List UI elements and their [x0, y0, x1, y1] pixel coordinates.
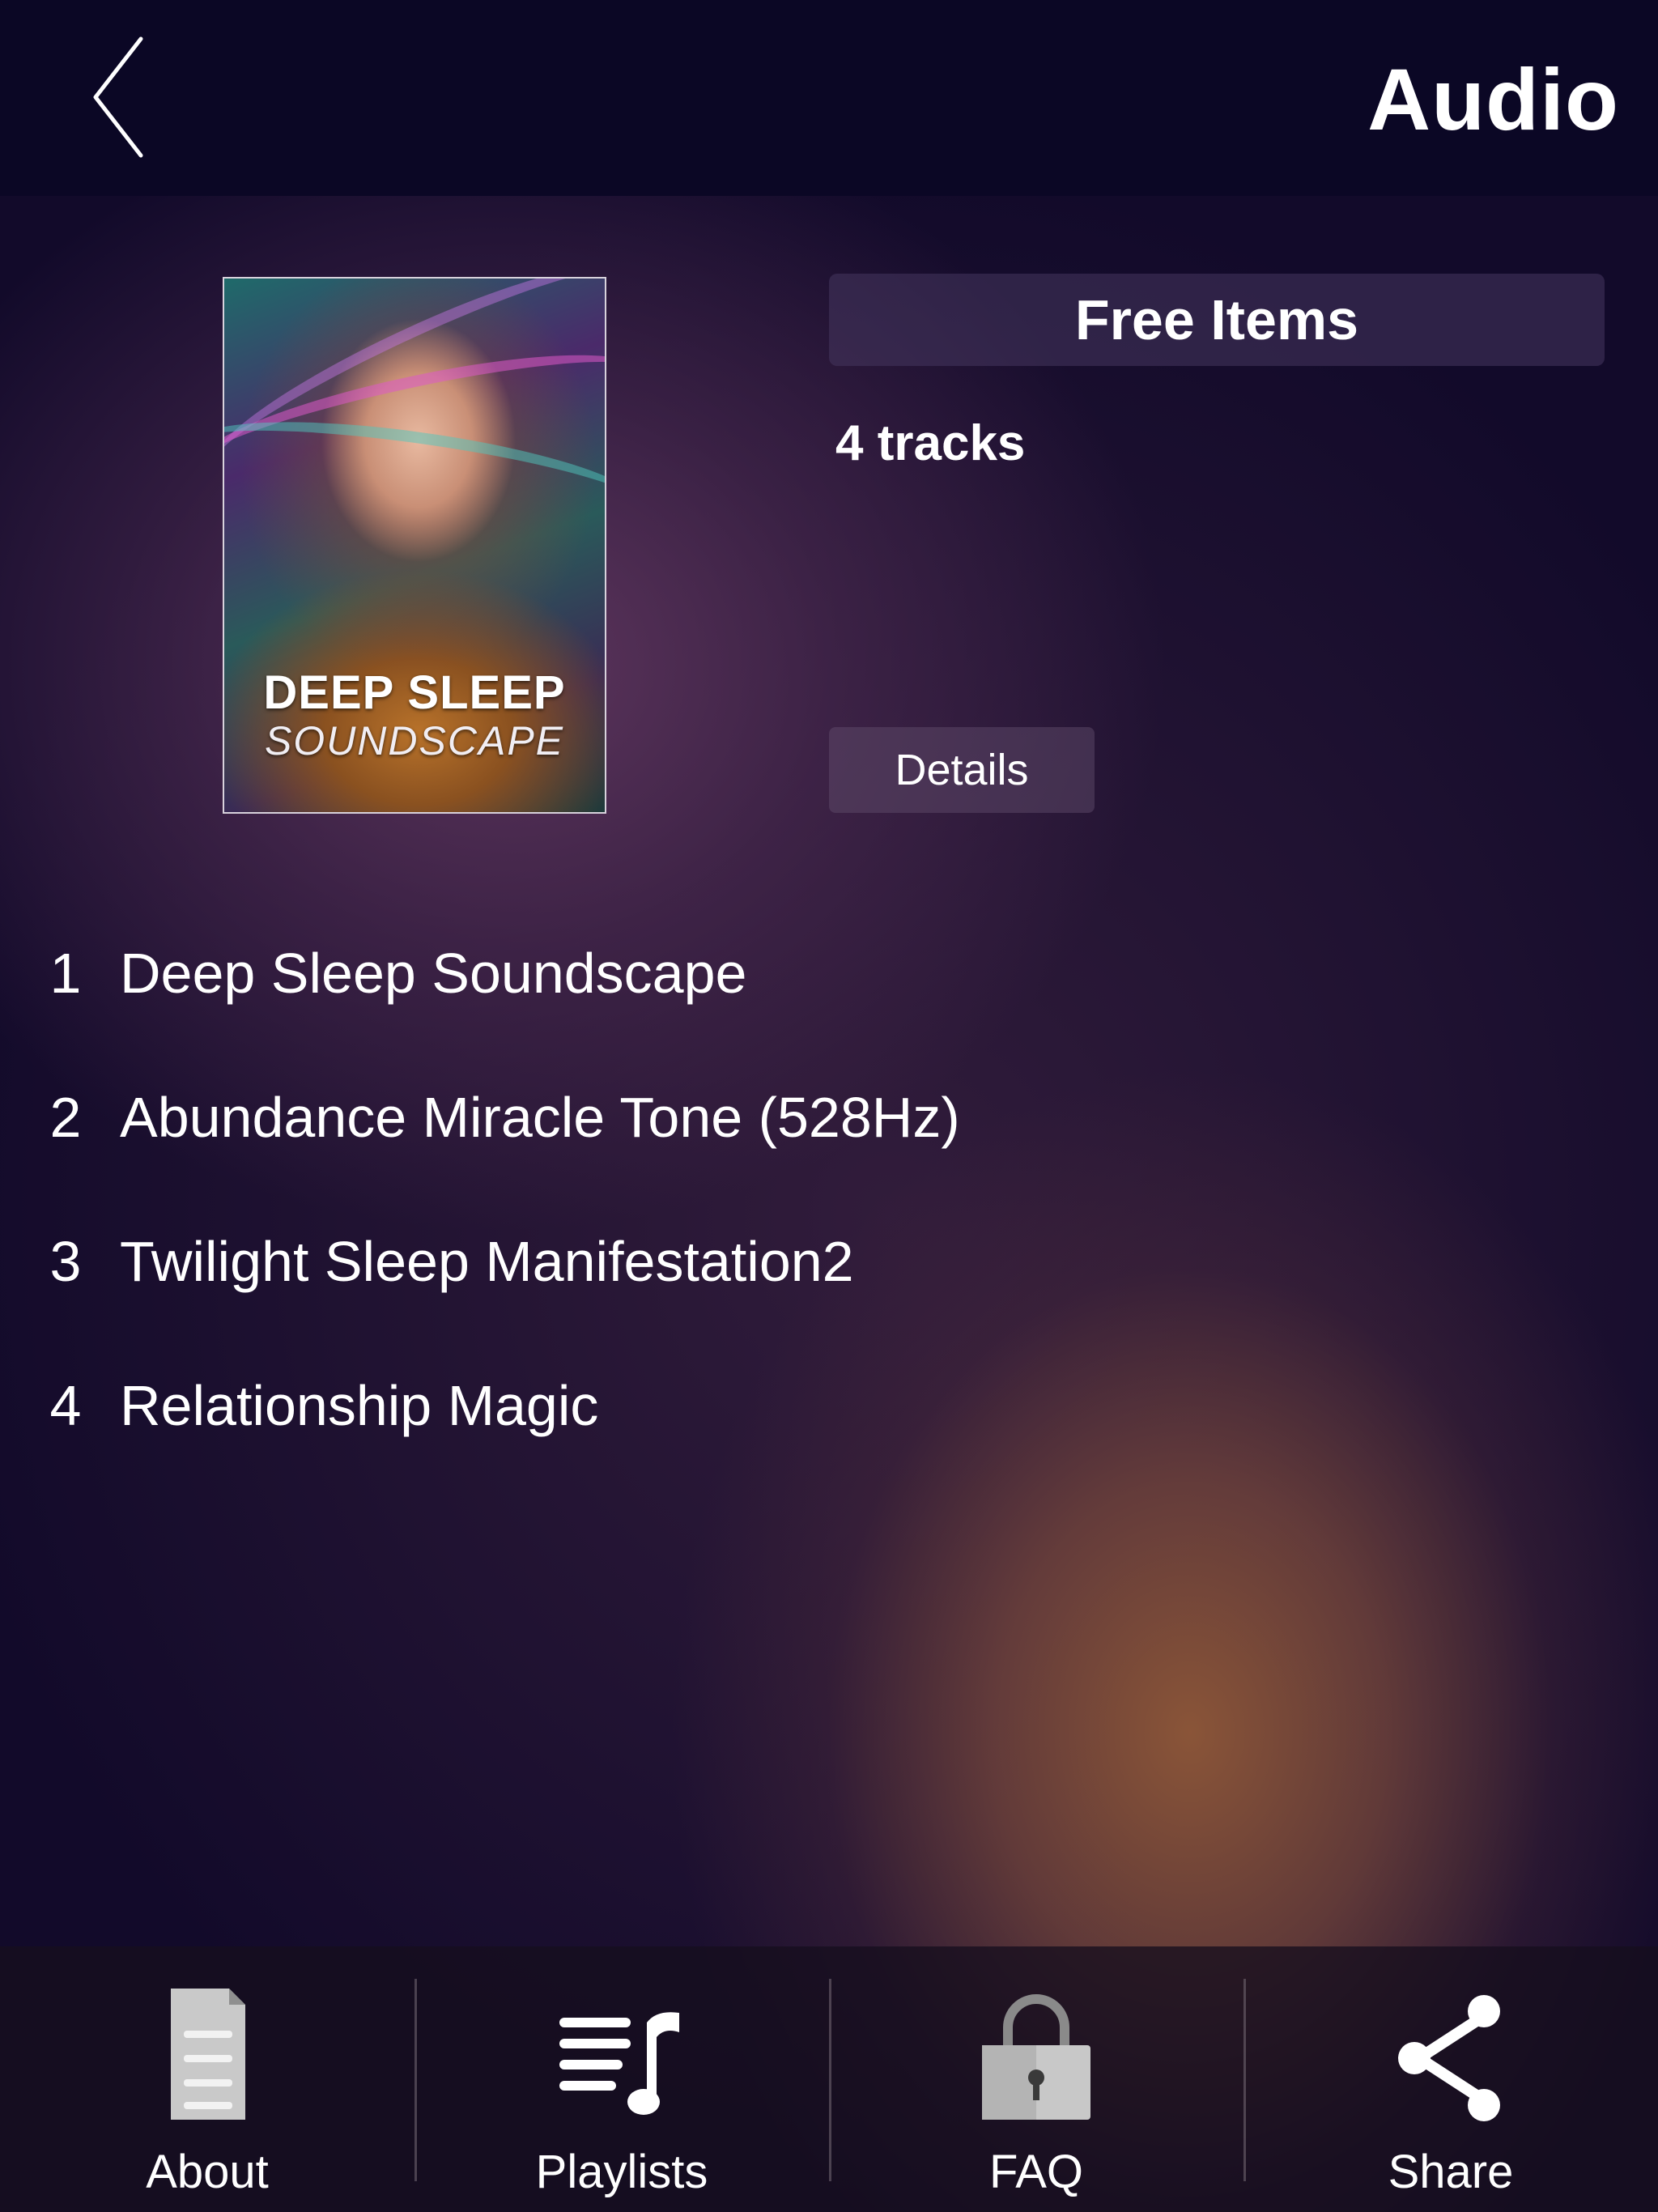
share-icon — [1382, 1980, 1520, 2126]
track-number: 1 — [49, 942, 82, 1005]
chevron-left-icon — [93, 36, 143, 158]
album-cover-title: DEEP SLEEP — [263, 666, 566, 719]
playlist-icon — [553, 1980, 691, 2126]
tab-share[interactable]: Share — [1244, 1946, 1658, 2212]
track-number: 4 — [49, 1374, 82, 1437]
track-title: Twilight Sleep Manifestation2 — [120, 1230, 854, 1293]
tab-share-label: Share — [1388, 2146, 1514, 2198]
tab-about[interactable]: About — [0, 1946, 414, 2212]
page-title: Audio — [1367, 50, 1619, 148]
back-button[interactable] — [81, 32, 170, 162]
track-row[interactable]: 2 Abundance Miracle Tone (528Hz) — [0, 1059, 1658, 1203]
track-list: 1 Deep Sleep Soundscape 2 Abundance Mira… — [0, 915, 1658, 1491]
document-icon — [138, 1980, 276, 2126]
track-row[interactable]: 1 Deep Sleep Soundscape — [0, 915, 1658, 1059]
track-title: Deep Sleep Soundscape — [120, 942, 747, 1005]
track-number: 3 — [49, 1230, 82, 1293]
tab-faq-label: FAQ — [988, 2146, 1084, 2198]
bottom-tab-bar: About Playlists FAQ Share — [0, 1946, 1658, 2212]
track-count: 4 tracks — [835, 415, 1026, 471]
track-row[interactable]: 3 Twilight Sleep Manifestation2 — [0, 1203, 1658, 1347]
album-category-label: Free Items — [829, 274, 1605, 366]
top-bar: Audio — [0, 0, 1658, 196]
album-cover-subtitle: SOUNDSCAPE — [264, 718, 565, 764]
tab-playlists[interactable]: Playlists — [414, 1946, 829, 2212]
tab-faq[interactable]: FAQ — [829, 1946, 1244, 2212]
track-row[interactable]: 4 Relationship Magic — [0, 1347, 1658, 1491]
tab-about-label: About — [146, 2146, 269, 2198]
lock-icon — [967, 1980, 1105, 2126]
track-title: Abundance Miracle Tone (528Hz) — [120, 1086, 960, 1149]
album-cover-image: DEEP SLEEP SOUNDSCAPE — [223, 277, 606, 814]
track-number: 2 — [49, 1086, 82, 1149]
tab-playlists-label: Playlists — [535, 2146, 708, 2198]
details-button[interactable]: Details — [829, 727, 1095, 813]
track-title: Relationship Magic — [120, 1374, 599, 1437]
